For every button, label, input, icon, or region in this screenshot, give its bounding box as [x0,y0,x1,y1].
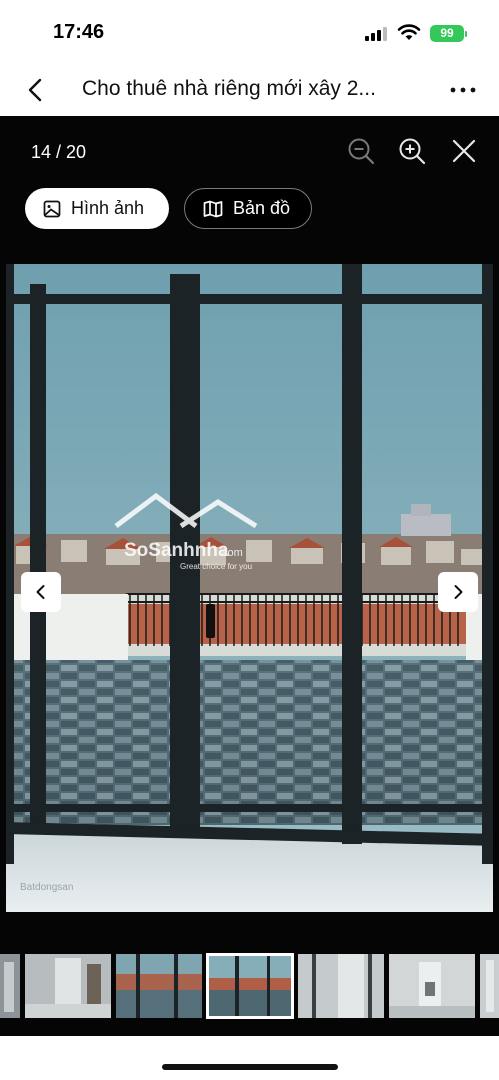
thumbnail-strip[interactable] [0,953,499,1019]
status-time: 17:46 [53,21,105,43]
zoom-out-icon[interactable] [346,136,376,166]
tab-map-label: Bản đồ [233,198,291,218]
main-photo[interactable]: SoSanhnha .com Great choice for you Batd… [6,264,493,912]
more-options-icon[interactable] [448,78,478,102]
map-icon [203,200,223,217]
signal-icon [365,27,389,41]
svg-text:.com: .com [219,547,243,559]
home-area [0,1036,499,1080]
status-bar: 17:46 99 [0,0,499,66]
battery-icon: 99 [430,25,467,42]
thumbnail[interactable] [25,954,111,1018]
tab-images[interactable]: Hình ảnh [25,188,169,229]
tab-map[interactable]: Bản đồ [184,188,312,229]
svg-text:Batdongsan: Batdongsan [20,882,73,893]
zoom-in-icon[interactable] [397,136,427,166]
chevron-left-icon [36,585,45,599]
image-viewer: 14 / 20 Hình ảnh Bản đồ SoSanhnha .com G… [0,116,499,1036]
thumbnail[interactable] [389,954,475,1018]
svg-text:Great choice for you: Great choice for you [180,562,252,571]
back-button[interactable] [22,76,50,104]
balcony-photo: SoSanhnha .com Great choice for you Batd… [6,264,493,912]
thumbnail[interactable] [0,954,20,1018]
svg-text:SoSanhnha: SoSanhnha [124,540,229,561]
tab-images-label: Hình ảnh [71,198,145,218]
page-title: Cho thuê nhà riêng mới xây 2... [82,77,376,100]
close-icon[interactable] [449,136,479,166]
previous-image-button[interactable] [21,572,61,612]
thumbnail-active[interactable] [206,953,294,1019]
thumbnail[interactable] [298,954,384,1018]
next-image-button[interactable] [438,572,478,612]
chevron-right-icon [454,585,463,599]
image-counter: 14 / 20 [31,142,87,162]
wifi-icon [397,24,421,40]
home-indicator[interactable] [162,1064,338,1070]
thumbnail[interactable] [480,954,499,1018]
image-icon [43,200,61,217]
app-header: Cho thuê nhà riêng mới xây 2... [0,66,499,116]
thumbnail[interactable] [116,954,202,1018]
